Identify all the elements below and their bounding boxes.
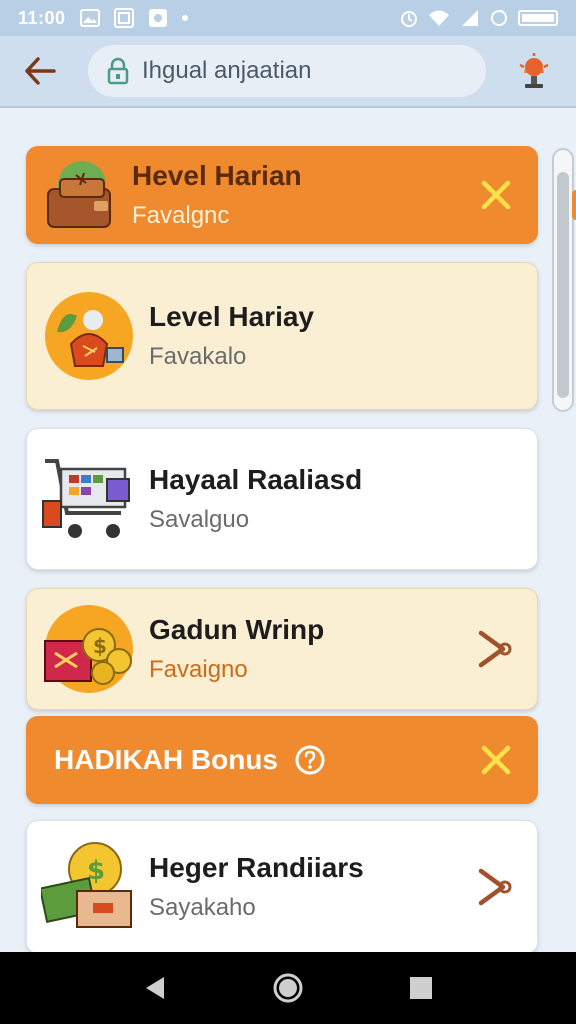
alarm-icon: [401, 11, 417, 27]
item-title: Heger Randiiars: [149, 852, 364, 883]
back-button[interactable]: [20, 51, 60, 91]
chevron-icon[interactable]: [475, 867, 515, 907]
item-title: Hevel Harian: [132, 160, 302, 191]
list-item-bonus[interactable]: HADIKAH Bonus: [26, 716, 538, 804]
lamp-button[interactable]: [512, 49, 556, 93]
wallet-icon: [40, 155, 120, 235]
scrollbar-thumb[interactable]: [557, 172, 569, 398]
status-bar: 11:00: [0, 0, 576, 36]
chevron-icon[interactable]: [475, 629, 515, 669]
list-item-hevel-harian[interactable]: Hevel Harian Favalgnc: [26, 146, 538, 244]
wifi-icon: [429, 10, 449, 26]
list-item-hayaal-raaliasd[interactable]: Hayaal Raaliasd Savalguo: [26, 428, 538, 570]
item-title: Hayaal Raaliasd: [149, 464, 363, 495]
list-item-level-hariay[interactable]: Level Hariay Favakalo: [26, 262, 538, 410]
battery-icon: [518, 10, 558, 26]
recents-square-icon[interactable]: [408, 975, 434, 1001]
sync-icon: [491, 10, 507, 26]
item-subtitle: Favakalo: [149, 343, 247, 370]
home-circle-icon[interactable]: [271, 971, 305, 1005]
list-item-heger-randiiars[interactable]: $ Heger Randiiars Sayakaho: [26, 820, 538, 954]
status-time: 11:00: [18, 7, 66, 28]
search-field[interactable]: Ihgual anjaatian: [88, 45, 486, 97]
edge-peek: [572, 190, 576, 220]
signal-icon: [462, 10, 478, 26]
help-icon[interactable]: [294, 744, 326, 776]
close-icon[interactable]: [476, 740, 516, 780]
portrait-icon: [113, 8, 134, 28]
scrollbar[interactable]: [552, 148, 574, 412]
item-subtitle: Favalgnc: [132, 202, 230, 229]
system-nav-bar: [0, 952, 576, 1024]
top-app-bar: Ihgual anjaatian: [0, 36, 576, 108]
lock-icon: [107, 57, 129, 85]
search-text: Ihgual anjaatian: [142, 57, 312, 84]
gift-coins-icon: $: [41, 601, 137, 697]
item-title: Level Hariay: [149, 301, 314, 332]
photo-icon: [79, 9, 100, 27]
notification-dot-icon: [181, 15, 188, 21]
back-arrow-icon: [25, 57, 56, 85]
app-icon: [148, 9, 167, 27]
item-subtitle: Sayakaho: [149, 894, 256, 921]
item-subtitle: Favaigno: [149, 656, 248, 683]
close-icon[interactable]: [476, 175, 516, 215]
item-title: Gadun Wrinp: [149, 614, 325, 645]
back-triangle-icon[interactable]: [142, 975, 168, 1001]
fruit-bag-icon: [41, 288, 137, 384]
bonus-title: HADIKAH Bonus: [54, 744, 278, 775]
svg-text:$: $: [93, 634, 107, 658]
list-item-gadun-wrinp[interactable]: $ Gadun Wrinp Favaigno: [26, 588, 538, 710]
item-subtitle: Savalguo: [149, 506, 250, 533]
shopping-cart-icon: [41, 451, 137, 547]
lamp-icon: [519, 53, 549, 88]
money-icon: $: [38, 839, 137, 935]
